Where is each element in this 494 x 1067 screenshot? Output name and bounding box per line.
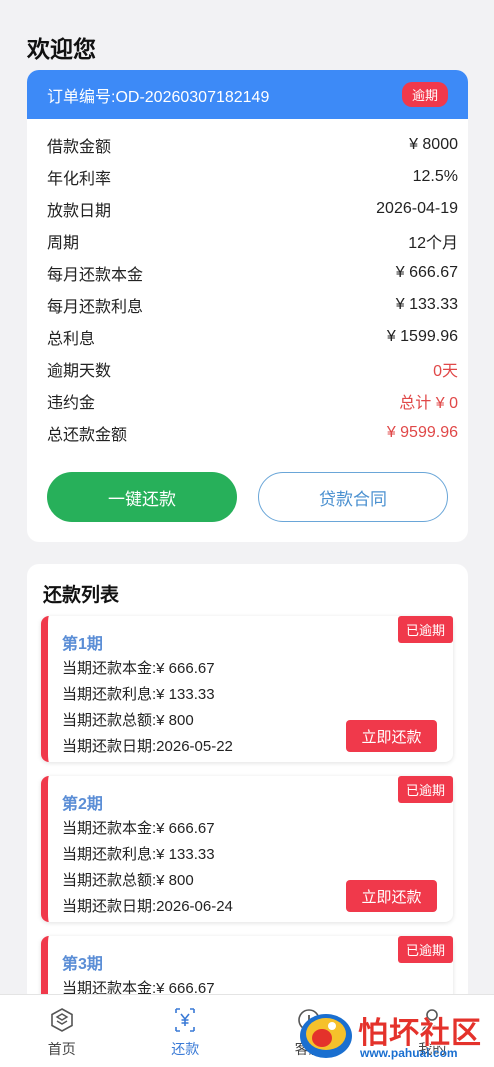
order-number: 订单编号:OD-20260307182149 bbox=[47, 88, 270, 106]
info-label: 总利息 bbox=[47, 331, 96, 348]
period-title: 第2期 bbox=[62, 796, 103, 813]
info-value: 2026-04-19 bbox=[376, 200, 458, 217]
pay-now-button[interactable]: 立即还款 bbox=[346, 880, 437, 912]
tab-home[interactable]: 首页 bbox=[0, 995, 124, 1067]
info-label: 周期 bbox=[47, 235, 80, 252]
pay-now-button[interactable]: 立即还款 bbox=[346, 720, 437, 752]
info-value: 0天 bbox=[433, 363, 458, 380]
info-label: 借款金额 bbox=[47, 139, 112, 156]
info-value: 12.5% bbox=[412, 168, 458, 185]
info-value: ¥ 133.33 bbox=[395, 296, 458, 313]
period-principal: 当期还款本金:¥ 666.67 bbox=[62, 660, 215, 677]
info-row-monthly-interest: 每月还款利息 ¥ 133.33 bbox=[47, 289, 458, 321]
order-card: 订单编号:OD-20260307182149 逾期 借款金额 ¥ 8000 年化… bbox=[27, 70, 468, 542]
yen-icon bbox=[175, 1008, 196, 1032]
info-label: 逾期天数 bbox=[47, 363, 112, 380]
overdue-badge: 已逾期 bbox=[397, 776, 453, 803]
info-value: ¥ 8000 bbox=[409, 136, 458, 153]
info-label: 违约金 bbox=[47, 395, 96, 412]
page-title: 欢迎您 bbox=[27, 36, 96, 62]
overdue-badge: 已逾期 bbox=[397, 936, 453, 963]
period-principal: 当期还款本金:¥ 666.67 bbox=[62, 980, 215, 994]
order-header: 订单编号:OD-20260307182149 逾期 bbox=[27, 70, 468, 119]
repay-list-title: 还款列表 bbox=[43, 585, 120, 606]
page: 欢迎您 订单编号:OD-20260307182149 逾期 借款金额 ¥ 800… bbox=[10, 8, 484, 994]
info-value: 12个月 bbox=[408, 235, 458, 252]
overdue-badge: 已逾期 bbox=[397, 616, 453, 643]
period-principal: 当期还款本金:¥ 666.67 bbox=[62, 820, 215, 837]
info-label: 每月还款本金 bbox=[47, 267, 144, 284]
period-interest: 当期还款利息:¥ 133.33 bbox=[62, 686, 215, 703]
info-row-total-repay: 总还款金额 ¥ 9599.96 bbox=[47, 417, 458, 449]
info-row-loan-date: 放款日期 2026-04-19 bbox=[47, 193, 458, 225]
info-value: ¥ 9599.96 bbox=[386, 424, 458, 441]
repay-all-button[interactable]: 一键还款 bbox=[47, 472, 237, 522]
info-value: ¥ 1599.96 bbox=[386, 328, 458, 345]
info-value: ¥ 666.67 bbox=[395, 264, 458, 281]
loan-contract-button[interactable]: 贷款合同 bbox=[258, 472, 448, 522]
info-row-overdue-days: 逾期天数 0天 bbox=[47, 353, 458, 385]
period-card-1: 已逾期 第1期 当期还款本金:¥ 666.67 当期还款利息:¥ 133.33 … bbox=[41, 616, 453, 762]
info-row-term: 周期 12个月 bbox=[47, 225, 458, 257]
period-title: 第1期 bbox=[62, 636, 103, 653]
info-row-loan-amount: 借款金额 ¥ 8000 bbox=[47, 129, 458, 161]
status-badge: 逾期 bbox=[401, 82, 448, 107]
repay-list-card: 还款列表 已逾期 第1期 当期还款本金:¥ 666.67 当期还款利息:¥ 13… bbox=[27, 564, 468, 994]
watermark-url: www.pahuai.com bbox=[360, 1046, 458, 1060]
info-label: 年化利率 bbox=[47, 171, 112, 188]
tab-label: 首页 bbox=[47, 1041, 76, 1057]
period-date: 当期还款日期:2026-05-22 bbox=[62, 738, 233, 755]
order-info: 借款金额 ¥ 8000 年化利率 12.5% 放款日期 2026-04-19 周… bbox=[27, 119, 468, 449]
info-row-total-interest: 总利息 ¥ 1599.96 bbox=[47, 321, 458, 353]
info-row-monthly-principal: 每月还款本金 ¥ 666.67 bbox=[47, 257, 458, 289]
info-row-annual-rate: 年化利率 12.5% bbox=[47, 161, 458, 193]
period-total: 当期还款总额:¥ 800 bbox=[62, 712, 194, 729]
info-value: 总计 ¥ 0 bbox=[399, 395, 458, 412]
period-date: 当期还款日期:2026-06-24 bbox=[62, 898, 233, 915]
home-icon bbox=[50, 1008, 73, 1032]
watermark: 怕坏社区 www.pahuai.com bbox=[296, 1002, 494, 1066]
info-label: 放款日期 bbox=[47, 203, 112, 220]
period-card-3: 已逾期 第3期 当期还款本金:¥ 666.67 bbox=[41, 936, 453, 994]
watermark-logo-icon bbox=[300, 1014, 352, 1058]
period-title: 第3期 bbox=[62, 956, 103, 973]
info-row-penalty: 违约金 总计 ¥ 0 bbox=[47, 385, 458, 417]
info-label: 总还款金额 bbox=[47, 427, 128, 444]
period-card-2: 已逾期 第2期 当期还款本金:¥ 666.67 当期还款利息:¥ 133.33 … bbox=[41, 776, 453, 922]
info-label: 每月还款利息 bbox=[47, 299, 144, 316]
period-total: 当期还款总额:¥ 800 bbox=[62, 872, 194, 889]
tab-repay[interactable]: 还款 bbox=[124, 995, 248, 1067]
period-interest: 当期还款利息:¥ 133.33 bbox=[62, 846, 215, 863]
tab-label: 还款 bbox=[171, 1041, 200, 1057]
order-actions: 一键还款 贷款合同 bbox=[47, 472, 448, 522]
